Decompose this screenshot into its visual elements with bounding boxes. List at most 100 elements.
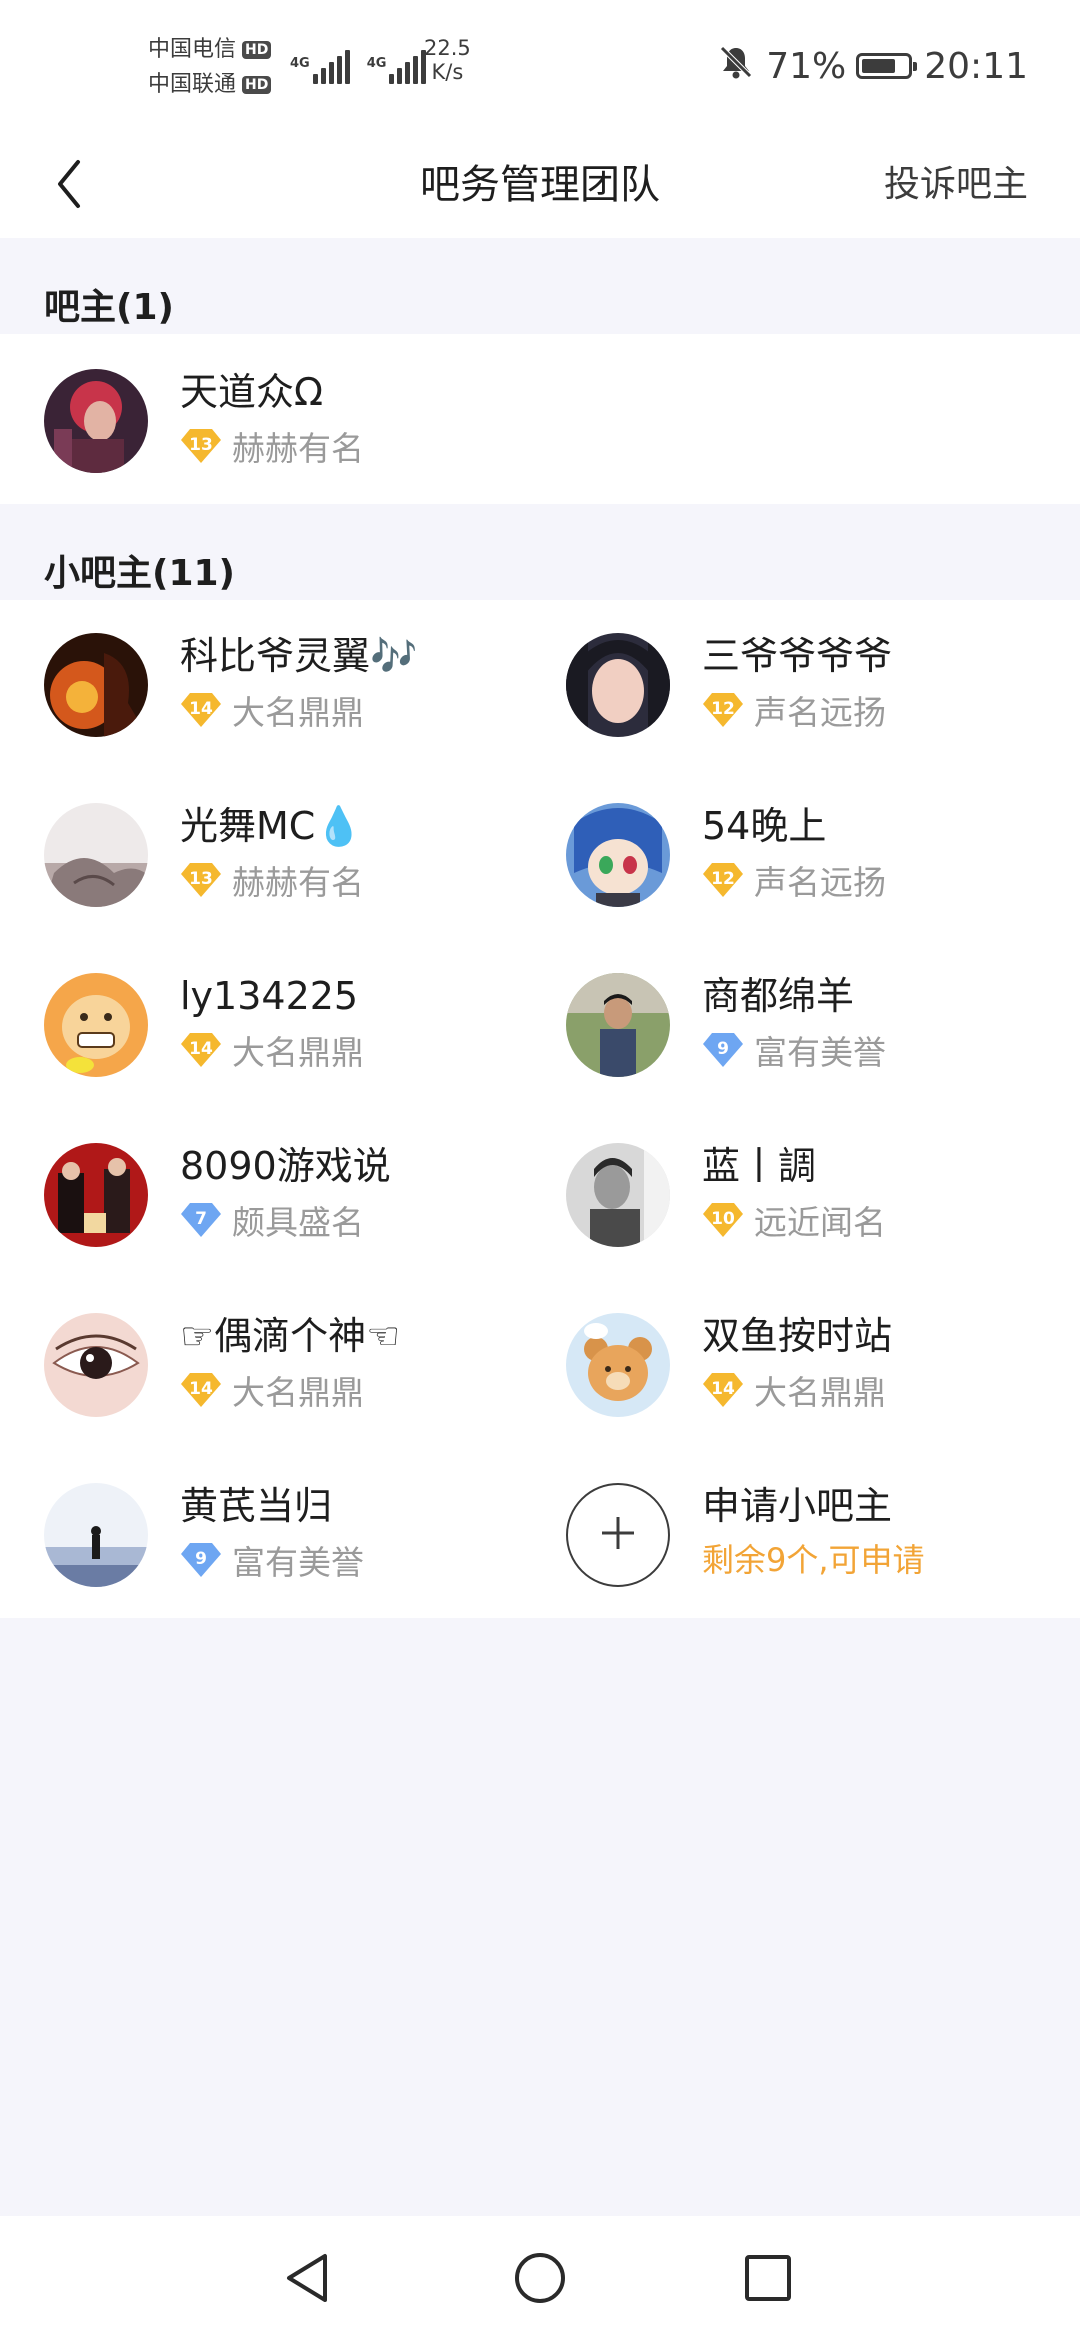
avatar — [44, 803, 148, 907]
carrier-info: 中国电信 HD 中国联通 HD — [148, 32, 272, 102]
hd-badge: HD — [242, 75, 272, 94]
member-name: 商都绵羊 — [702, 974, 855, 1018]
signal-indicators: 4G 4G — [290, 40, 443, 84]
network-type-label: 4G — [366, 56, 387, 71]
level-row: 9 富有美誉 — [702, 1028, 886, 1072]
network-speed: 22.5 K/s — [424, 36, 471, 84]
member-name: 三爷爷爷爷 — [702, 634, 893, 678]
avatar — [44, 1483, 148, 1587]
level-number: 12 — [711, 699, 735, 719]
member-name: 54晚上 — [702, 804, 827, 848]
bell-off-icon — [718, 44, 754, 89]
level-title: 大名鼎鼎 — [232, 1033, 364, 1072]
nav-home-button[interactable] — [500, 2240, 580, 2320]
level-row: 13 赫赫有名 — [180, 858, 364, 902]
level-badge-icon: 13 — [180, 427, 222, 465]
member-item[interactable]: 商都绵羊 9 富有美誉 — [566, 970, 1066, 1080]
avatar — [44, 369, 148, 473]
level-number: 12 — [711, 869, 735, 889]
apply-circle[interactable] — [566, 1483, 670, 1587]
level-title: 声名远扬 — [754, 863, 886, 902]
status-right: 71% 20:11 — [718, 44, 1028, 88]
level-row: 9 富有美誉 — [180, 1538, 364, 1582]
member-name: ☞偶滴个神☜ — [180, 1314, 401, 1358]
back-triangle-icon — [283, 2250, 333, 2310]
avatar — [44, 633, 148, 737]
member-item-owner[interactable]: 天道众Ω 13 赫赫有名 — [44, 366, 544, 476]
level-badge-icon: 13 — [180, 861, 222, 899]
level-badge-icon: 14 — [180, 1371, 222, 1409]
level-row: 14 大名鼎鼎 — [180, 688, 364, 732]
member-item[interactable]: 光舞MC💧 13 赫赫有名 — [44, 800, 544, 910]
level-row: 7 颇具盛名 — [180, 1198, 364, 1242]
member-item[interactable]: 科比爷灵翼🎶 14 大名鼎鼎 — [44, 630, 544, 740]
member-item[interactable]: 8090游戏说 7 颇具盛名 — [44, 1140, 544, 1250]
clock: 20:11 — [924, 45, 1028, 87]
avatar — [566, 633, 670, 737]
level-number: 14 — [711, 1379, 735, 1399]
level-number: 14 — [189, 1039, 213, 1059]
avatar — [566, 1313, 670, 1417]
avatar — [44, 973, 148, 1077]
member-item[interactable]: ☞偶滴个神☜ 14 大名鼎鼎 — [44, 1310, 544, 1420]
recents-square-icon — [742, 2252, 794, 2308]
chevron-left-icon — [50, 154, 90, 218]
level-number: 7 — [195, 1209, 207, 1229]
signal-icon: 4G — [290, 50, 353, 84]
member-name: 天道众Ω — [180, 370, 324, 414]
level-title: 声名远扬 — [754, 693, 886, 732]
signal-icon: 4G — [367, 50, 430, 84]
owner-section-header: 吧主(1) — [0, 238, 1080, 334]
level-badge-icon: 14 — [180, 1031, 222, 1069]
header: 吧务管理团队 投诉吧主 — [0, 132, 1080, 238]
member-name: 8090游戏说 — [180, 1144, 391, 1188]
level-row: 13 赫赫有名 — [180, 424, 364, 468]
avatar — [44, 1313, 148, 1417]
member-item[interactable]: 黄芪当归 9 富有美誉 — [44, 1480, 544, 1590]
apply-moderator-button[interactable]: 申请小吧主 剩余9个,可申请 — [566, 1480, 1066, 1590]
plus-icon — [598, 1513, 638, 1557]
level-title: 富有美誉 — [232, 1543, 364, 1582]
level-title: 颇具盛名 — [232, 1203, 364, 1242]
nav-recents-button[interactable] — [728, 2240, 808, 2320]
avatar — [566, 973, 670, 1077]
member-item[interactable]: 蓝丨調 10 远近闻名 — [566, 1140, 1066, 1250]
status-bar: 中国电信 HD 中国联通 HD 4G 4G 22.5 K/s 71% 20:11 — [0, 0, 1080, 132]
level-badge-icon: 7 — [180, 1201, 222, 1239]
level-row: 14 大名鼎鼎 — [702, 1368, 886, 1412]
apply-label: 申请小吧主 — [702, 1484, 893, 1528]
member-name: 黄芪当归 — [180, 1484, 333, 1528]
level-title: 大名鼎鼎 — [232, 693, 364, 732]
moderator-section-header: 小吧主(11) — [0, 504, 1080, 600]
level-badge-icon: 12 — [702, 691, 744, 729]
level-badge-icon: 14 — [180, 691, 222, 729]
member-item[interactable]: 双鱼按时站 14 大名鼎鼎 — [566, 1310, 1066, 1420]
complaint-owner-link[interactable]: 投诉吧主 — [884, 132, 1028, 238]
avatar — [566, 1143, 670, 1247]
member-item[interactable]: 三爷爷爷爷 12 声名远扬 — [566, 630, 1066, 740]
battery-icon — [856, 53, 918, 79]
level-row: 12 声名远扬 — [702, 858, 886, 902]
apply-remaining: 剩余9个,可申请 — [702, 1541, 925, 1579]
level-row: 12 声名远扬 — [702, 688, 886, 732]
level-title: 远近闻名 — [754, 1203, 886, 1242]
member-item[interactable]: ly134225 14 大名鼎鼎 — [44, 970, 544, 1080]
battery-percent: 71% — [766, 45, 847, 87]
member-name: ly134225 — [180, 974, 359, 1018]
member-item[interactable]: 54晚上 12 声名远扬 — [566, 800, 1066, 910]
nav-back-button[interactable] — [268, 2240, 348, 2320]
owner-section-title: 吧主(1) — [44, 287, 174, 328]
level-title: 富有美誉 — [754, 1033, 886, 1072]
level-badge-icon: 10 — [702, 1201, 744, 1239]
moderator-list: 科比爷灵翼🎶 14 大名鼎鼎 三爷爷爷爷 12 声名远扬 光舞MC💧 13 赫赫… — [0, 600, 1080, 1618]
level-badge-icon: 9 — [180, 1541, 222, 1579]
member-name: 科比爷灵翼🎶 — [180, 634, 418, 678]
level-number: 13 — [189, 869, 213, 889]
avatar — [44, 1143, 148, 1247]
level-number: 9 — [717, 1039, 729, 1059]
carrier-name: 中国电信 — [148, 37, 237, 62]
owner-list: 天道众Ω 13 赫赫有名 — [0, 334, 1080, 504]
back-button[interactable] — [40, 146, 100, 226]
avatar — [566, 803, 670, 907]
member-name: 双鱼按时站 — [702, 1314, 893, 1358]
